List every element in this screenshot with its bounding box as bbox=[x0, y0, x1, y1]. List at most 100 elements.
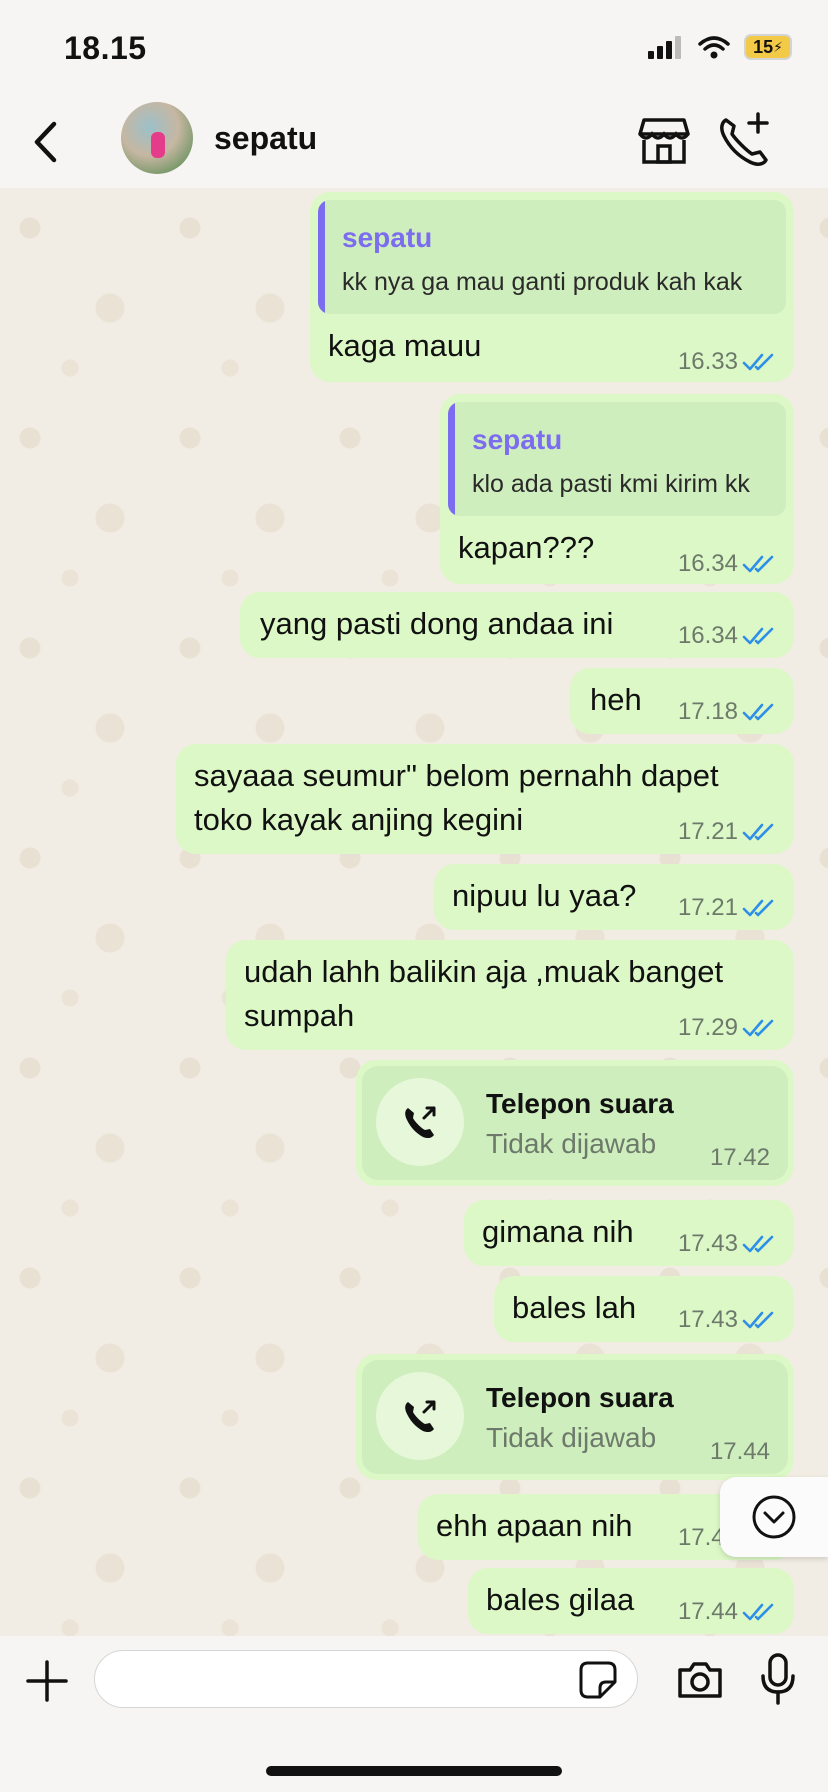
message-text: nipuu lu yaa? bbox=[452, 878, 637, 913]
message-time: 16.33 bbox=[677, 348, 738, 375]
quote-bar bbox=[448, 402, 455, 516]
message-bubble[interactable]: gimana nih 17.43 bbox=[464, 1200, 794, 1266]
catalog-button[interactable] bbox=[636, 112, 692, 168]
message-bubble[interactable]: yang pasti dong andaa ini 16.34 bbox=[240, 592, 794, 658]
message-bubble[interactable]: sepatu klo ada pasti kmi kirim kk kapan?… bbox=[440, 394, 794, 584]
call-card[interactable]: Telepon suara Tidak dijawab 17.42 bbox=[362, 1066, 788, 1180]
chat-area[interactable]: sepatu kk nya ga mau ganti produk kah ka… bbox=[0, 188, 828, 1636]
plus-icon bbox=[26, 1660, 68, 1702]
read-receipt-icon bbox=[742, 1603, 774, 1621]
call-title: Telepon suara bbox=[486, 1382, 674, 1413]
call-status: Tidak dijawab bbox=[486, 1128, 657, 1159]
camera-icon bbox=[678, 1662, 722, 1698]
message-text: heh bbox=[590, 682, 642, 717]
scroll-to-bottom-button[interactable] bbox=[720, 1477, 828, 1557]
quote-text: klo ada pasti kmi kirim kk bbox=[472, 470, 750, 498]
quote-author: sepatu bbox=[472, 424, 563, 455]
call-icon-circle bbox=[376, 1078, 464, 1166]
wifi-icon bbox=[698, 36, 730, 59]
message-meta: 17.21 bbox=[678, 818, 776, 846]
message-meta: 17.44 bbox=[710, 1438, 770, 1466]
message-meta: 17.18 bbox=[678, 698, 776, 726]
message-input[interactable] bbox=[94, 1650, 638, 1708]
message-bubble[interactable]: heh 17.18 bbox=[570, 668, 794, 734]
input-bar bbox=[0, 1636, 828, 1792]
camera-button[interactable] bbox=[676, 1656, 724, 1704]
quote-bar bbox=[318, 200, 325, 314]
attach-button[interactable] bbox=[24, 1658, 70, 1704]
message-bubble[interactable]: bales gilaa 17.44 bbox=[468, 1568, 794, 1634]
battery-level: 15 bbox=[753, 36, 774, 57]
voice-message-button[interactable] bbox=[760, 1652, 796, 1706]
message-text: bales gilaa bbox=[486, 1582, 635, 1617]
back-icon bbox=[34, 121, 57, 163]
read-receipt-icon bbox=[742, 1311, 774, 1329]
message-time: 17.43 bbox=[677, 1230, 738, 1257]
message-time: 16.34 bbox=[677, 622, 738, 649]
contact-name[interactable]: sepatu bbox=[214, 120, 317, 157]
scroll-down-icon bbox=[752, 1495, 796, 1539]
message-meta: 16.33 bbox=[678, 348, 776, 376]
read-receipt-icon bbox=[742, 1019, 774, 1037]
add-call-icon bbox=[720, 112, 769, 166]
call-icon-circle bbox=[376, 1372, 464, 1460]
status-time: 18.15 bbox=[64, 30, 147, 66]
message-time: 16.34 bbox=[677, 550, 738, 577]
quote-author: sepatu bbox=[342, 222, 433, 253]
message-meta: 17.43 bbox=[678, 1230, 776, 1258]
mic-icon bbox=[761, 1653, 795, 1705]
call-status: Tidak dijawab bbox=[486, 1422, 657, 1453]
message-time: 17.44 bbox=[709, 1438, 770, 1465]
message-text: yang pasti dong andaa ini bbox=[260, 606, 614, 641]
call-bubble[interactable]: Telepon suara Tidak dijawab 17.44 bbox=[356, 1354, 794, 1480]
signal-icon bbox=[648, 36, 681, 59]
message-bubble[interactable]: bales lah 17.43 bbox=[494, 1276, 794, 1342]
message-bubble[interactable]: udah lahh balikin aja ,muak banget sumpa… bbox=[226, 940, 794, 1050]
missed-call-icon bbox=[405, 1400, 436, 1433]
missed-call-icon bbox=[405, 1106, 436, 1139]
read-receipt-icon bbox=[742, 703, 774, 721]
message-meta: 16.34 bbox=[678, 550, 776, 578]
quoted-message[interactable]: sepatu klo ada pasti kmi kirim kk bbox=[448, 402, 786, 516]
quote-text: kk nya ga mau ganti produk kah kak bbox=[342, 268, 743, 296]
read-receipt-icon bbox=[742, 555, 774, 573]
chat-header: sepatu bbox=[0, 96, 828, 188]
read-receipt-icon bbox=[742, 823, 774, 841]
message-bubble[interactable]: nipuu lu yaa? 17.21 bbox=[434, 864, 794, 930]
message-time: 17.18 bbox=[677, 698, 738, 725]
message-text: gimana nih bbox=[482, 1214, 634, 1249]
message-time: 17.21 bbox=[677, 818, 738, 845]
message-bubble[interactable]: sayaaa seumur" belom pernahh dapet toko … bbox=[176, 744, 794, 854]
message-time: 17.42 bbox=[709, 1144, 770, 1171]
read-receipt-icon bbox=[742, 1235, 774, 1253]
message-meta: 16.34 bbox=[678, 622, 776, 650]
sticker-icon bbox=[579, 1661, 617, 1699]
read-receipt-icon bbox=[742, 627, 774, 645]
sticker-button[interactable] bbox=[578, 1660, 618, 1700]
battery-indicator: 15 ⚡ bbox=[744, 34, 792, 60]
call-title: Telepon suara bbox=[486, 1088, 674, 1119]
message-text: kaga mauu bbox=[328, 328, 482, 363]
call-card[interactable]: Telepon suara Tidak dijawab 17.44 bbox=[362, 1360, 788, 1474]
status-icons: 15 ⚡ bbox=[648, 34, 792, 60]
message-text: ehh apaan nih bbox=[436, 1508, 633, 1543]
message-time: 17.43 bbox=[677, 1306, 738, 1333]
message-text: bales lah bbox=[512, 1290, 637, 1325]
message-text: kapan??? bbox=[458, 530, 595, 565]
message-bubble[interactable]: sepatu kk nya ga mau ganti produk kah ka… bbox=[310, 192, 794, 382]
read-receipt-icon bbox=[742, 353, 774, 371]
message-time: 17.44 bbox=[677, 1598, 738, 1625]
status-bar: 18.15 15 ⚡ bbox=[0, 0, 828, 96]
message-meta: 17.44 bbox=[678, 1598, 776, 1626]
message-meta: 17.42 bbox=[710, 1144, 770, 1172]
add-call-button[interactable] bbox=[714, 110, 774, 170]
message-meta: 17.29 bbox=[678, 1014, 776, 1042]
message-time: 17.29 bbox=[677, 1014, 738, 1041]
shop-icon bbox=[638, 118, 690, 164]
back-button[interactable] bbox=[20, 114, 70, 170]
call-bubble[interactable]: Telepon suara Tidak dijawab 17.42 bbox=[356, 1060, 794, 1186]
message-meta: 17.21 bbox=[678, 894, 776, 922]
avatar[interactable] bbox=[121, 102, 193, 174]
quoted-message[interactable]: sepatu kk nya ga mau ganti produk kah ka… bbox=[318, 200, 786, 314]
read-receipt-icon bbox=[742, 899, 774, 917]
